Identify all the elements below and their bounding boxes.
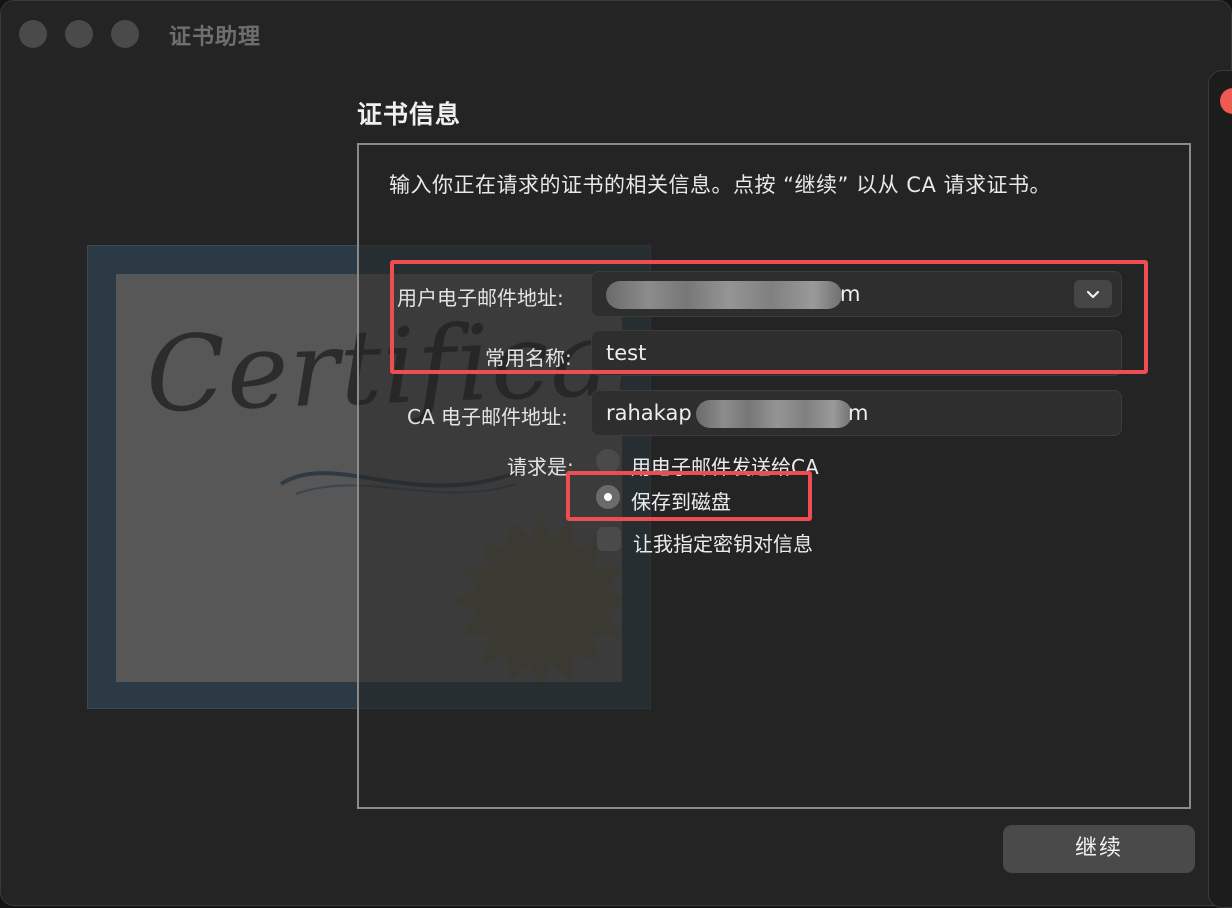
key-pair-checkbox[interactable] xyxy=(597,527,621,551)
zoom-window-button[interactable] xyxy=(111,20,139,48)
section-title: 证书信息 xyxy=(357,100,462,129)
close-window-button[interactable] xyxy=(19,20,47,48)
ca-email-prefix: rahakap xyxy=(606,401,692,425)
redacted-ca-email-blur xyxy=(696,400,852,428)
radio-email-to-ca[interactable] xyxy=(596,449,620,473)
minimize-window-button[interactable] xyxy=(65,20,93,48)
ca-email-suffix: m xyxy=(848,401,869,425)
intro-text: 输入你正在请求的证书的相关信息。点按 “继续” 以从 CA 请求证书。 xyxy=(389,173,1051,197)
certificate-assistant-window: 证书助理 Certificate 证书信息 输入你正在请求的证书的相关信息。点按… xyxy=(0,0,1232,906)
title-bar: 证书助理 xyxy=(1,1,1231,67)
continue-button[interactable]: 继续 xyxy=(1003,825,1195,873)
highlight-box-save-to-disk xyxy=(566,471,812,521)
highlight-box-email-name xyxy=(390,260,1148,374)
ca-email-label: CA 电子邮件地址: xyxy=(407,405,568,429)
key-pair-checkbox-label[interactable]: 让我指定密钥对信息 xyxy=(633,528,813,557)
window-title: 证书助理 xyxy=(169,25,262,50)
request-label: 请求是: xyxy=(507,455,574,479)
ca-email-field[interactable]: rahakap m xyxy=(591,390,1122,436)
background-window-edge xyxy=(1208,70,1232,908)
